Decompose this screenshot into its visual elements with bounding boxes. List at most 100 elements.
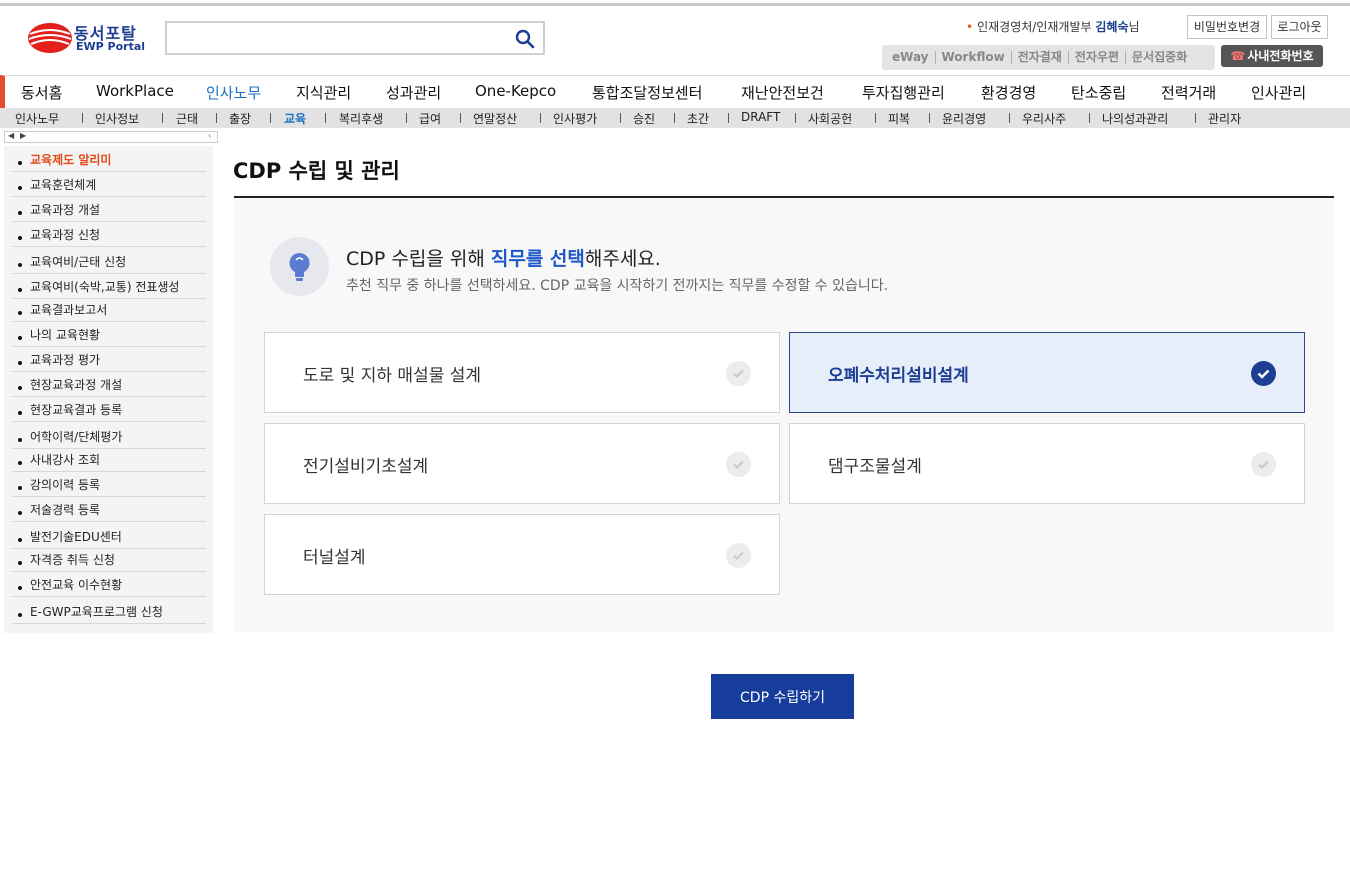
sidebar-item[interactable]: E-GWP교육프로그램 신청 (12, 600, 206, 624)
main-nav-item[interactable]: WorkPlace (96, 82, 174, 100)
sidebar-scroll-control: ◀ ▶ ‹ (4, 131, 218, 143)
sidebar-item[interactable]: 교육과정 개설 (12, 198, 206, 222)
job-card[interactable]: 터널설계 (264, 514, 780, 595)
check-icon (726, 452, 751, 477)
sub-nav-item[interactable]: 근태 (176, 110, 198, 127)
sub-nav-separator (540, 113, 541, 123)
sidebar-item[interactable]: 교육과정 평가 (12, 348, 206, 372)
sidebar-item[interactable]: 현장교육결과 등록 (12, 398, 206, 422)
lightbulb-icon (270, 237, 329, 296)
sidebar-item[interactable]: 교육훈련체계 (12, 173, 206, 197)
selection-subtext: 추천 직무 중 하나를 선택하세요. CDP 교육을 시작하기 전까지는 직무를… (346, 278, 889, 294)
sidebar-item-active[interactable]: 교육제도 알리미 (12, 148, 206, 172)
check-icon (726, 543, 751, 568)
sub-nav-separator (162, 113, 163, 123)
sub-nav-item[interactable]: 피복 (888, 110, 910, 127)
cdp-submit-button[interactable]: CDP 수립하기 (711, 674, 854, 719)
job-card[interactable]: 도로 및 지하 매설물 설계 (264, 332, 780, 413)
sub-nav-item-active[interactable]: 교육 (284, 110, 306, 127)
sidebar-item[interactable]: 발전기술EDU센터 (12, 525, 206, 549)
scroll-right-icon[interactable]: ▶ (20, 131, 26, 140)
phone-button-label: 사내전화번호 (1247, 49, 1314, 63)
sub-nav-item[interactable]: 관리자 (1208, 110, 1241, 127)
main-nav-item[interactable]: 전력거래 (1161, 82, 1216, 103)
job-card-label: 전기설비기초설계 (303, 457, 429, 477)
sub-nav-separator (674, 113, 675, 123)
job-card[interactable]: 전기설비기초설계 (264, 423, 780, 504)
sub-nav-item[interactable]: 초간 (687, 110, 709, 127)
sub-nav-separator (875, 113, 876, 123)
sidebar-item[interactable]: 어학이력/단체평가 (12, 425, 206, 449)
sub-nav-item[interactable]: 인사노무 (15, 110, 59, 127)
sub-nav-separator (460, 113, 461, 123)
main-nav: 동서홈 WorkPlace 인사노무 지식관리 성과관리 One-Kepco 통… (0, 75, 1350, 108)
logout-button[interactable]: 로그아웃 (1271, 15, 1328, 39)
main-nav-item[interactable]: 동서홈 (21, 82, 62, 103)
job-card[interactable]: 댐구조물설계 (789, 423, 1305, 504)
sidebar-item[interactable]: 사내강사 조회 (12, 448, 206, 472)
ewp-logo[interactable]: 동서포탈 EWP Portal (26, 20, 148, 56)
sidebar-item[interactable]: 교육여비(숙박,교통) 전표생성 (12, 275, 206, 299)
sub-nav-separator (728, 113, 729, 123)
page-title: CDP 수립 및 관리 (233, 159, 400, 183)
sub-nav-item[interactable]: 출장 (229, 110, 251, 127)
main-nav-item[interactable]: 통합조달정보센터 (592, 82, 702, 103)
sidebar-item[interactable]: 교육결과보고서 (12, 298, 206, 322)
sidebar: 교육제도 알리미 교육훈련체계 교육과정 개설 교육과정 신청 교육여비/근태 … (4, 146, 213, 633)
sub-nav-item[interactable]: 연말정산 (473, 110, 517, 127)
sidebar-item[interactable]: 저술경력 등록 (12, 498, 206, 522)
sub-nav-item[interactable]: 승진 (633, 110, 655, 127)
sidebar-item[interactable]: 현장교육과정 개설 (12, 373, 206, 397)
sidebar-item[interactable]: 나의 교육현황 (12, 323, 206, 347)
sub-nav-item[interactable]: 사회공헌 (808, 110, 852, 127)
main-nav-item[interactable]: 재난안전보건 (741, 82, 824, 103)
sub-nav-separator (82, 113, 83, 123)
main-nav-item[interactable]: One-Kepco (475, 82, 556, 100)
sidebar-item[interactable]: 강의이력 등록 (12, 473, 206, 497)
sub-nav-separator (929, 113, 930, 123)
phone-directory-button[interactable]: ☎ 사내전화번호 (1221, 45, 1323, 67)
sub-nav-item[interactable]: 우리사주 (1022, 110, 1066, 127)
prompt-text-post: 해주세요. (584, 248, 661, 270)
sub-nav-separator (270, 113, 271, 123)
prompt-highlight: 직무를 선택 (490, 248, 585, 270)
job-card-selected[interactable]: 오폐수처리설비설계 (789, 332, 1305, 413)
sub-nav-separator (795, 113, 796, 123)
change-password-button[interactable]: 비밀번호변경 (1187, 15, 1267, 39)
main-nav-item[interactable]: 성과관리 (386, 82, 441, 103)
main-nav-item[interactable]: 인사관리 (1251, 82, 1306, 103)
collapse-icon[interactable]: ‹ (208, 131, 211, 140)
main-nav-item-active[interactable]: 인사노무 (206, 82, 261, 103)
quick-link-eway[interactable]: eWay (886, 51, 936, 64)
sub-nav-item[interactable]: 나의성과관리 (1102, 110, 1168, 127)
sub-nav-item[interactable]: 인사정보 (95, 110, 139, 127)
job-card-label: 터널설계 (303, 548, 366, 568)
sub-nav-item[interactable]: 급여 (419, 110, 441, 127)
main-nav-item[interactable]: 탄소중립 (1071, 82, 1126, 103)
sub-nav-item[interactable]: 윤리경영 (942, 110, 986, 127)
sub-nav-item[interactable]: 복리후생 (339, 110, 383, 127)
search-icon[interactable] (515, 29, 535, 49)
quick-links-bar: eWay Workflow 전자결재 전자우편 문서집중화 (882, 45, 1215, 70)
quick-link-workflow[interactable]: Workflow (936, 51, 1012, 64)
sidebar-item[interactable]: 자격증 취득 신청 (12, 548, 206, 572)
job-card-label: 도로 및 지하 매설물 설계 (303, 366, 482, 386)
phone-icon: ☎ (1230, 49, 1246, 63)
quick-link-mail[interactable]: 전자우편 (1069, 51, 1127, 64)
search-input[interactable] (167, 23, 497, 53)
quick-link-approval[interactable]: 전자결재 (1012, 51, 1069, 64)
scroll-left-icon[interactable]: ◀ (8, 131, 14, 140)
quick-link-documents[interactable]: 문서집중화 (1126, 51, 1193, 64)
check-icon (726, 361, 751, 386)
job-card-label: 오폐수처리설비설계 (828, 366, 969, 386)
main-nav-item[interactable]: 환경경영 (981, 82, 1036, 103)
main-nav-item[interactable]: 지식관리 (296, 82, 351, 103)
sidebar-item[interactable]: 안전교육 이수현황 (12, 573, 206, 597)
main-nav-item[interactable]: 투자집행관리 (862, 82, 945, 103)
sidebar-item[interactable]: 교육여비/근태 신청 (12, 250, 206, 274)
sidebar-item[interactable]: 교육과정 신청 (12, 223, 206, 247)
sub-nav-item[interactable]: DRAFT (741, 110, 780, 124)
user-name: 김혜숙 (1095, 20, 1129, 34)
sub-nav-item[interactable]: 인사평가 (553, 110, 597, 127)
sub-nav: 인사노무 인사정보 근태 출장 교육 복리후생 급여 연말정산 인사평가 승진 … (0, 108, 1350, 128)
